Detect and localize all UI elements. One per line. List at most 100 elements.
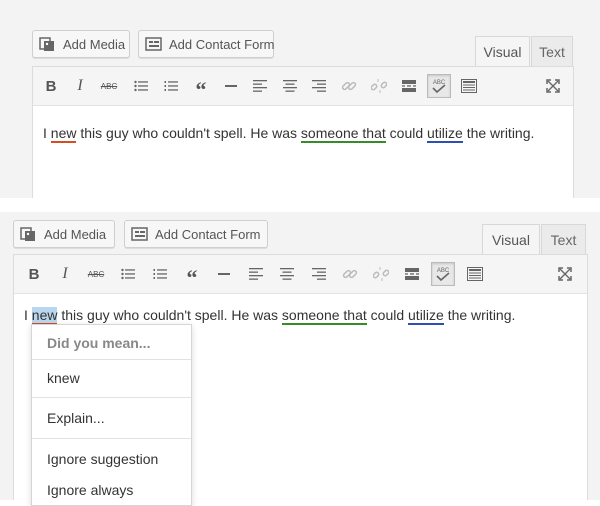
bold-icon: B: [45, 77, 57, 95]
bold-icon: B: [28, 265, 40, 283]
text-segment: I: [43, 125, 51, 141]
strikethrough-button[interactable]: ABC: [97, 74, 121, 98]
ignore-suggestion-menu-item[interactable]: Ignore suggestion: [32, 451, 191, 467]
align-center-button[interactable]: [275, 262, 299, 286]
add-media-button[interactable]: Add Media: [13, 220, 115, 248]
align-right-button[interactable]: [307, 262, 331, 286]
strikethrough-button[interactable]: ABC: [84, 262, 108, 286]
unlink-button[interactable]: [369, 262, 393, 286]
tab-text-label: Text: [539, 43, 565, 60]
spelling-error-word[interactable]: new: [50, 125, 77, 143]
numbered-list-icon: [153, 269, 167, 279]
bullet-list-button[interactable]: [116, 262, 140, 286]
numbered-list-icon: [164, 81, 178, 91]
read-more-icon: [405, 268, 419, 280]
fullscreen-button[interactable]: [541, 74, 565, 98]
style-suggestion-word[interactable]: utilize: [427, 125, 463, 143]
align-left-button[interactable]: [248, 74, 272, 98]
suggestion-knew[interactable]: knew: [32, 370, 191, 386]
add-contact-form-button[interactable]: Add Contact Form: [124, 220, 268, 248]
add-media-label: Add Media: [44, 226, 107, 242]
toolbar: B I ABC “ ABC: [33, 67, 573, 106]
proofread-button[interactable]: ABC: [427, 74, 451, 98]
menu-divider: [32, 438, 191, 439]
tab-visual[interactable]: Visual: [475, 36, 530, 66]
italic-icon: I: [62, 265, 68, 282]
text-segment: the writing.: [443, 307, 516, 323]
link-icon: [341, 81, 357, 91]
editor-text[interactable]: I new this guy who couldn't spell. He wa…: [24, 307, 516, 325]
unlink-icon: [371, 79, 387, 93]
blockquote-icon: “: [186, 265, 198, 290]
read-more-icon: [402, 80, 416, 92]
blockquote-icon: “: [195, 77, 207, 102]
menu-divider: [32, 397, 191, 398]
fullscreen-button[interactable]: [553, 262, 577, 286]
text-segment: this guy who couldn't spell. He was: [76, 125, 301, 141]
align-center-icon: [280, 268, 294, 280]
add-media-button[interactable]: Add Media: [32, 30, 130, 58]
blockquote-button[interactable]: “: [189, 74, 213, 102]
kitchen-sink-button[interactable]: [463, 262, 487, 286]
editor-panel-before: Add Media Add Contact Form Visual Text B…: [0, 0, 600, 198]
text-segment: the writing.: [462, 125, 535, 141]
style-suggestion-word[interactable]: utilize: [408, 307, 444, 325]
numbered-list-button[interactable]: [148, 262, 172, 286]
align-left-icon: [249, 268, 263, 280]
grammar-issue-phrase[interactable]: someone that: [281, 307, 367, 325]
bold-button[interactable]: B: [39, 74, 63, 98]
horizontal-rule-icon: [225, 85, 237, 87]
proofread-icon: ABC: [436, 268, 450, 282]
kitchen-sink-button[interactable]: [457, 74, 481, 98]
text-segment: could: [385, 125, 428, 141]
align-right-icon: [312, 268, 326, 280]
read-more-button[interactable]: [400, 262, 424, 286]
align-left-button[interactable]: [244, 262, 268, 286]
link-button[interactable]: [337, 74, 361, 98]
unlink-button[interactable]: [367, 74, 391, 98]
grammar-issue-phrase[interactable]: someone that: [300, 125, 386, 143]
align-left-icon: [253, 80, 267, 92]
italic-button[interactable]: I: [68, 74, 92, 98]
kitchen-sink-icon: [467, 267, 483, 281]
horizontal-rule-button[interactable]: [219, 74, 243, 98]
editor-text[interactable]: I new this guy who couldn't spell. He wa…: [43, 125, 535, 143]
tab-visual-label: Visual: [492, 231, 530, 248]
spelling-suggestion-menu: Did you mean... knew Explain... Ignore s…: [31, 324, 192, 506]
bold-button[interactable]: B: [22, 262, 46, 286]
blockquote-button[interactable]: “: [180, 262, 204, 290]
add-contact-form-button[interactable]: Add Contact Form: [138, 30, 275, 58]
add-contact-form-label: Add Contact Form: [155, 226, 261, 242]
bullet-list-button[interactable]: [129, 74, 153, 98]
tab-visual-label: Visual: [483, 43, 522, 60]
text-segment: I: [24, 307, 32, 323]
tab-text[interactable]: Text: [531, 36, 573, 66]
italic-button[interactable]: I: [53, 262, 77, 286]
kitchen-sink-icon: [461, 79, 477, 93]
selected-spelling-error-word[interactable]: new: [31, 307, 58, 325]
contact-form-icon: [131, 226, 149, 242]
fullscreen-icon: [558, 267, 572, 281]
add-contact-form-label: Add Contact Form: [169, 36, 275, 52]
align-center-button[interactable]: [278, 74, 302, 98]
unlink-icon: [373, 267, 389, 281]
align-right-button[interactable]: [307, 74, 331, 98]
tab-visual[interactable]: Visual: [482, 224, 540, 254]
fullscreen-icon: [546, 79, 560, 93]
link-button[interactable]: [338, 262, 362, 286]
ignore-always-menu-item[interactable]: Ignore always: [32, 482, 191, 498]
link-icon: [342, 269, 358, 279]
read-more-button[interactable]: [397, 74, 421, 98]
editor-area: B I ABC “ ABC I new this guy who couldn'…: [32, 66, 574, 198]
horizontal-rule-button[interactable]: [212, 262, 236, 286]
explain-menu-item[interactable]: Explain...: [32, 410, 191, 426]
text-segment: this guy who couldn't spell. He was: [57, 307, 282, 323]
proofread-button[interactable]: ABC: [431, 262, 455, 286]
tab-text[interactable]: Text: [541, 224, 586, 254]
menu-divider: [32, 359, 191, 360]
tab-text-label: Text: [550, 231, 577, 248]
align-right-icon: [312, 80, 326, 92]
numbered-list-button[interactable]: [159, 74, 183, 98]
align-center-icon: [283, 80, 297, 92]
text-segment: could: [366, 307, 409, 323]
